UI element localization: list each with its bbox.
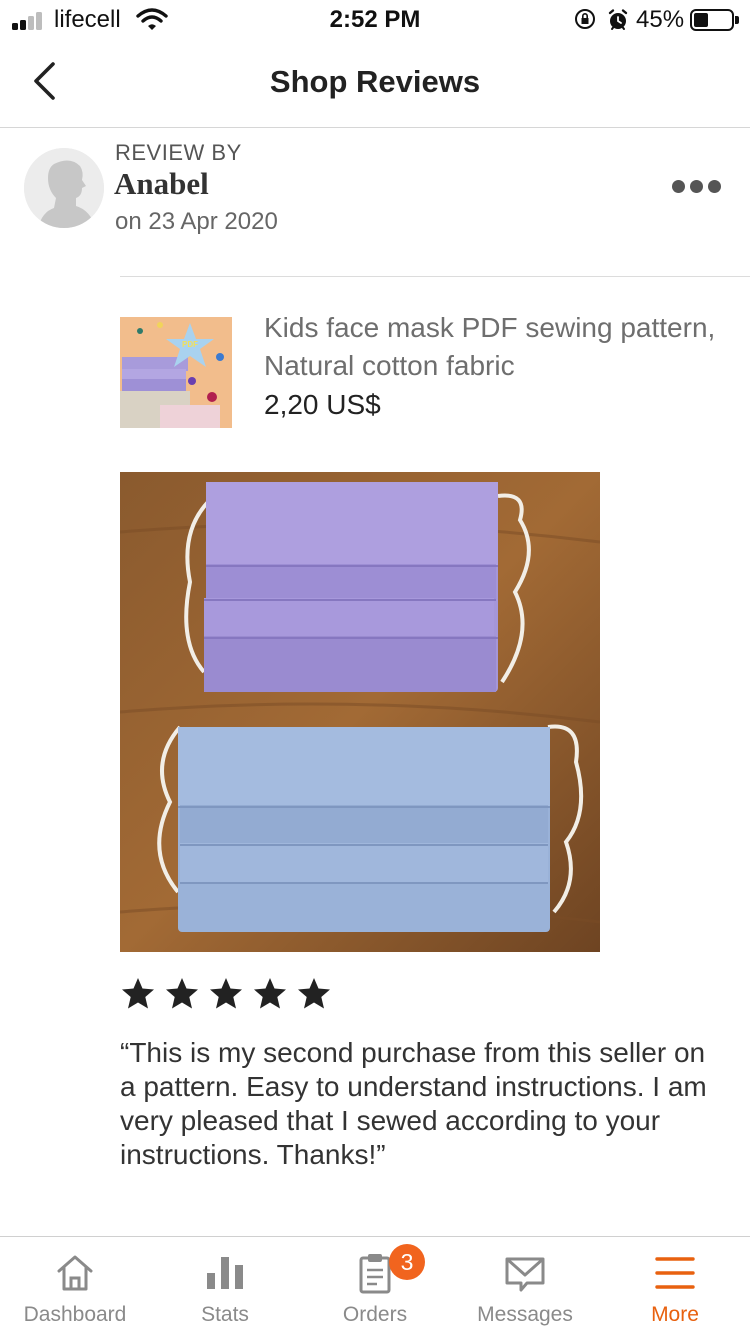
star-icon <box>254 978 286 1009</box>
alarm-icon <box>608 9 628 30</box>
review-photo[interactable] <box>120 472 600 952</box>
orders-count-badge: 3 <box>389 1244 425 1280</box>
user-silhouette-icon <box>24 148 104 228</box>
product-price: 2,20 US$ <box>264 389 381 420</box>
star-icon <box>122 978 154 1009</box>
review-date: on 23 Apr 2020 <box>115 208 278 235</box>
orientation-lock-icon <box>575 9 595 29</box>
avatar[interactable] <box>24 148 104 228</box>
page-title: Shop Reviews <box>269 64 481 99</box>
face-masks-photo <box>120 472 600 952</box>
pdf-badge-text: PDF <box>182 340 198 349</box>
product-thumbnail[interactable]: PDF <box>120 317 232 428</box>
tab-orders[interactable]: Orders <box>300 1237 450 1334</box>
tab-stats[interactable]: Stats <box>150 1237 300 1334</box>
product-title[interactable]: Kids face mask PDF sewing pattern, Natur… <box>264 309 734 385</box>
battery-icon <box>690 9 739 31</box>
divider <box>120 276 750 277</box>
tab-more[interactable]: More <box>600 1237 750 1334</box>
tab-dashboard[interactable]: Dashboard <box>0 1237 150 1334</box>
review-by-label: REVIEW BY <box>115 140 242 165</box>
review-text: “This is my second purchase from this se… <box>120 1037 707 1170</box>
tab-label-stats: Stats <box>201 1303 249 1326</box>
tab-label-dashboard: Dashboard <box>23 1303 127 1326</box>
star-icon <box>166 978 198 1009</box>
product-image: PDF <box>120 317 232 428</box>
star-icon <box>298 978 330 1009</box>
star-icon <box>210 978 242 1009</box>
tab-bar: Dashboard Stats Orders Messages More <box>0 1236 750 1334</box>
envelope-icon <box>505 1257 545 1292</box>
tab-label-orders: Orders <box>342 1303 408 1326</box>
tab-messages[interactable]: Messages <box>450 1237 600 1334</box>
reviewer-name[interactable]: Anabel <box>114 166 209 202</box>
tab-label-more: More <box>651 1303 699 1326</box>
menu-icon <box>655 1257 695 1289</box>
bar-chart-icon <box>207 1257 243 1289</box>
status-bar: lifecell 2:52 PM 45% <box>0 0 750 40</box>
more-dots-icon[interactable] <box>666 172 726 202</box>
tab-label-messages: Messages <box>477 1303 573 1326</box>
home-icon <box>57 1255 93 1291</box>
battery-percent: 45% <box>636 6 685 33</box>
header-bar: Shop Reviews <box>0 40 750 128</box>
